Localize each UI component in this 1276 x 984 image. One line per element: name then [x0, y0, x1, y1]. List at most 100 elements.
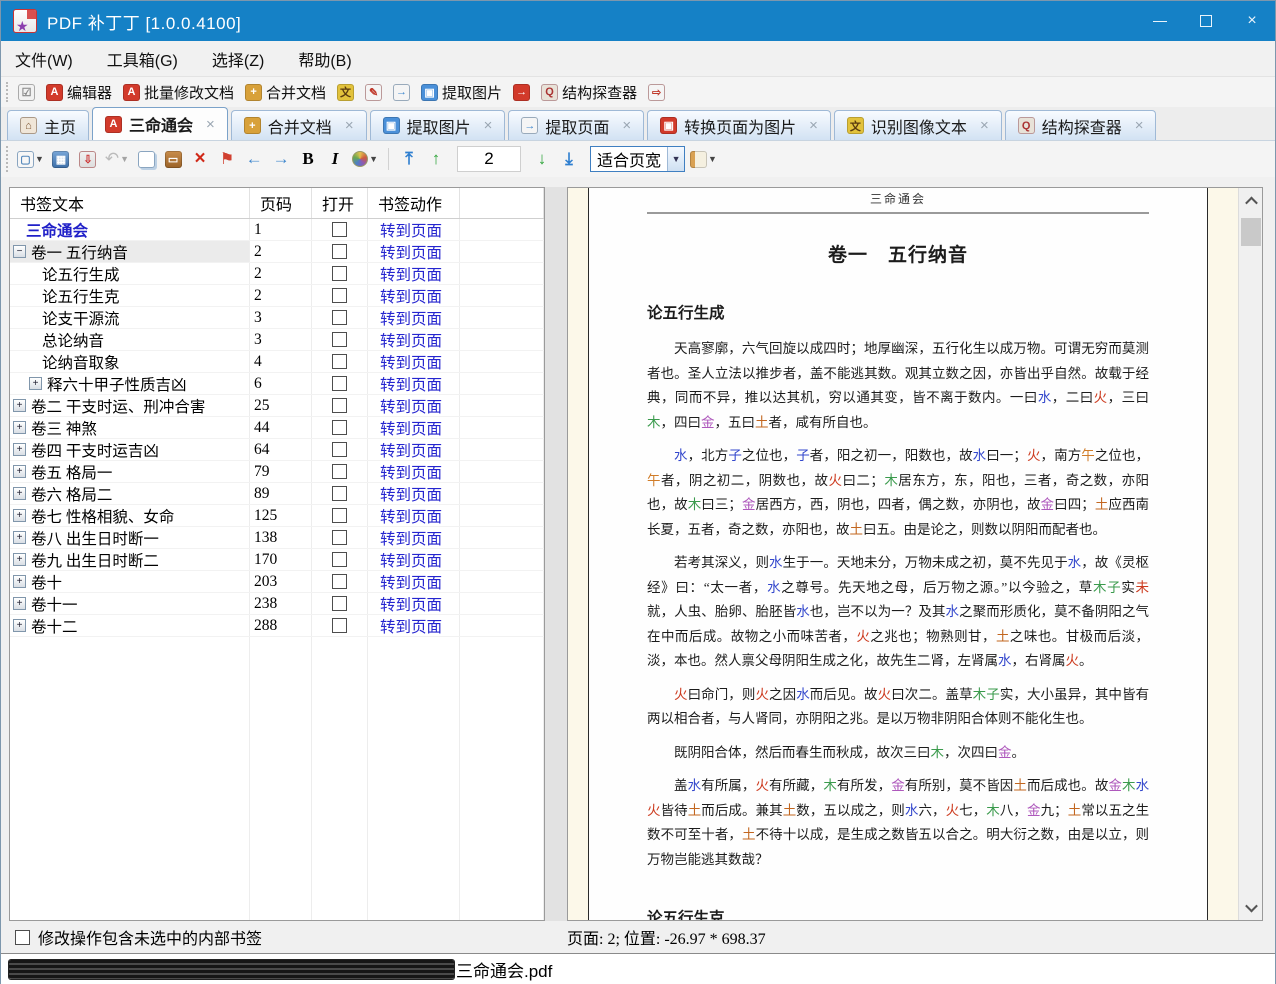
bookmark-title[interactable]: 三命通会: [26, 219, 88, 240]
toolbar-button-select-options[interactable]: ☑: [15, 82, 38, 103]
bookmark-title[interactable]: 释六十甲子性质吉凶: [47, 373, 187, 394]
bookmark-open-checkbox[interactable]: [332, 420, 347, 435]
goto-page-link[interactable]: 转到页面: [380, 351, 442, 372]
save-button[interactable]: ▦: [49, 146, 73, 172]
pdf-viewer[interactable]: 三命通会 卷一 五行纳音 论五行生成天高寥廓，六气回旋以成四时；地厚幽深，五行化…: [567, 187, 1263, 921]
bookmark-row[interactable]: 三命通会1转到页面: [10, 219, 544, 241]
menu-item-1[interactable]: 工具箱(G): [107, 47, 178, 71]
bookmark-title[interactable]: 卷四 干支时运吉凶: [31, 439, 159, 460]
bookmark-title[interactable]: 卷七 性格相貌、女命: [31, 505, 174, 526]
bookmark-row[interactable]: +卷七 性格相貌、女命125转到页面: [10, 505, 544, 527]
bookmark-open-checkbox[interactable]: [332, 618, 347, 633]
bookmark-open-checkbox[interactable]: [332, 398, 347, 413]
tab-提取页面[interactable]: →提取页面×: [508, 110, 644, 140]
toolbar-button-合并文档[interactable]: +合并文档: [242, 80, 329, 105]
goto-page-link[interactable]: 转到页面: [380, 483, 442, 504]
toolbar-button-pdf-render[interactable]: →: [510, 82, 533, 103]
page-number-input[interactable]: [457, 146, 521, 172]
toolbar-button-doc-extract[interactable]: →: [390, 82, 413, 103]
tab-三命通会[interactable]: A三命通会×: [92, 107, 228, 140]
bookmark-title[interactable]: 卷十二: [31, 615, 78, 636]
expand-icon[interactable]: +: [13, 531, 26, 544]
bookmark-row[interactable]: +卷五 格局一79转到页面: [10, 461, 544, 483]
bookmark-row[interactable]: 论五行生克2转到页面: [10, 285, 544, 307]
last-page-button[interactable]: ⤓: [557, 146, 581, 172]
italic-button[interactable]: I: [323, 146, 347, 172]
bookmark-row[interactable]: −卷一 五行纳音2转到页面: [10, 241, 544, 263]
expand-icon[interactable]: +: [13, 399, 26, 412]
bookmark-row[interactable]: +卷八 出生日时断一138转到页面: [10, 527, 544, 549]
bookmark-title[interactable]: 论支干源流: [42, 307, 120, 328]
expand-icon[interactable]: +: [13, 553, 26, 566]
maximize-button[interactable]: [1183, 1, 1229, 41]
bookmark-open-checkbox[interactable]: [332, 530, 347, 545]
scrollbar-thumb[interactable]: [1241, 218, 1261, 246]
collapse-icon[interactable]: −: [13, 245, 26, 258]
bookmark-open-checkbox[interactable]: [332, 354, 347, 369]
expand-icon[interactable]: +: [13, 465, 26, 478]
pane-splitter[interactable]: [545, 187, 567, 921]
bookmark-title[interactable]: 卷十一: [31, 593, 78, 614]
expand-icon[interactable]: +: [13, 487, 26, 500]
goto-page-link[interactable]: 转到页面: [380, 417, 442, 438]
new-document-button[interactable]: ▢▼: [15, 146, 46, 172]
undo-button[interactable]: ↶▼: [103, 146, 131, 172]
toolbar-button-doc-sign[interactable]: ✎: [362, 82, 385, 103]
bookmark-row[interactable]: +卷九 出生日时断二170转到页面: [10, 549, 544, 571]
vertical-scrollbar[interactable]: [1238, 188, 1262, 920]
toolbar-button-doc-export[interactable]: ⇨: [645, 82, 668, 103]
goto-page-link[interactable]: 转到页面: [380, 373, 442, 394]
reading-mode-button[interactable]: ▼: [688, 146, 719, 172]
bookmark-title[interactable]: 卷八 出生日时断一: [31, 527, 159, 548]
goto-page-link[interactable]: 转到页面: [380, 219, 442, 240]
goto-page-link[interactable]: 转到页面: [380, 505, 442, 526]
delete-button[interactable]: ×: [188, 146, 212, 172]
goto-page-link[interactable]: 转到页面: [380, 527, 442, 548]
scroll-up-button[interactable]: [1239, 188, 1263, 214]
expand-icon[interactable]: +: [13, 597, 26, 610]
menu-item-0[interactable]: 文件(W): [15, 47, 73, 71]
minimize-button[interactable]: [1137, 1, 1183, 41]
bookmark-title[interactable]: 卷六 格局二: [31, 483, 112, 504]
next-page-button[interactable]: ↓: [530, 146, 554, 172]
goto-page-link[interactable]: 转到页面: [380, 395, 442, 416]
bookmark-row[interactable]: +卷十203转到页面: [10, 571, 544, 593]
bookmark-title[interactable]: 卷三 神煞: [31, 417, 97, 438]
bookmark-row[interactable]: +卷四 干支时运吉凶64转到页面: [10, 439, 544, 461]
bookmark-title[interactable]: 卷二 干支时运、刑冲合害: [31, 395, 205, 416]
goto-page-link[interactable]: 转到页面: [380, 439, 442, 460]
bookmark-open-checkbox[interactable]: [332, 244, 347, 259]
tab-close-icon[interactable]: ×: [484, 117, 493, 134]
bookmark-row[interactable]: 论五行生成2转到页面: [10, 263, 544, 285]
expand-icon[interactable]: +: [13, 443, 26, 456]
scroll-down-button[interactable]: [1239, 894, 1263, 920]
forward-button[interactable]: →: [269, 146, 293, 172]
tab-close-icon[interactable]: ×: [345, 117, 354, 134]
include-unselected-checkbox[interactable]: [15, 930, 30, 945]
goto-page-link[interactable]: 转到页面: [380, 329, 442, 350]
goto-page-link[interactable]: 转到页面: [380, 285, 442, 306]
bookmark-open-checkbox[interactable]: [332, 266, 347, 281]
paste-button[interactable]: ▭: [161, 146, 185, 172]
tab-close-icon[interactable]: ×: [1135, 117, 1144, 134]
bookmark-open-checkbox[interactable]: [332, 376, 347, 391]
bookmark-open-checkbox[interactable]: [332, 310, 347, 325]
goto-page-link[interactable]: 转到页面: [380, 615, 442, 636]
expand-icon[interactable]: +: [13, 619, 26, 632]
toolbar-button-编辑器[interactable]: A编辑器: [43, 80, 115, 105]
bookmark-open-checkbox[interactable]: [332, 574, 347, 589]
toolbar-button-提取图片[interactable]: ▣提取图片: [418, 80, 505, 105]
bookmark-title[interactable]: 卷十: [31, 571, 62, 592]
bookmark-open-checkbox[interactable]: [332, 332, 347, 347]
export-button[interactable]: ⇩: [76, 146, 100, 172]
previous-page-button[interactable]: ↑: [424, 146, 448, 172]
tab-结构探查器[interactable]: Q结构探查器×: [1005, 110, 1157, 140]
tab-提取图片[interactable]: ▣提取图片×: [370, 110, 506, 140]
bookmark-open-checkbox[interactable]: [332, 288, 347, 303]
tab-close-icon[interactable]: ×: [206, 116, 215, 133]
goto-page-link[interactable]: 转到页面: [380, 263, 442, 284]
bookmark-title[interactable]: 论五行生成: [42, 263, 120, 284]
first-page-button[interactable]: ⤒: [397, 146, 421, 172]
tab-close-icon[interactable]: ×: [622, 117, 631, 134]
bookmark-row[interactable]: +卷十二288转到页面: [10, 615, 544, 637]
